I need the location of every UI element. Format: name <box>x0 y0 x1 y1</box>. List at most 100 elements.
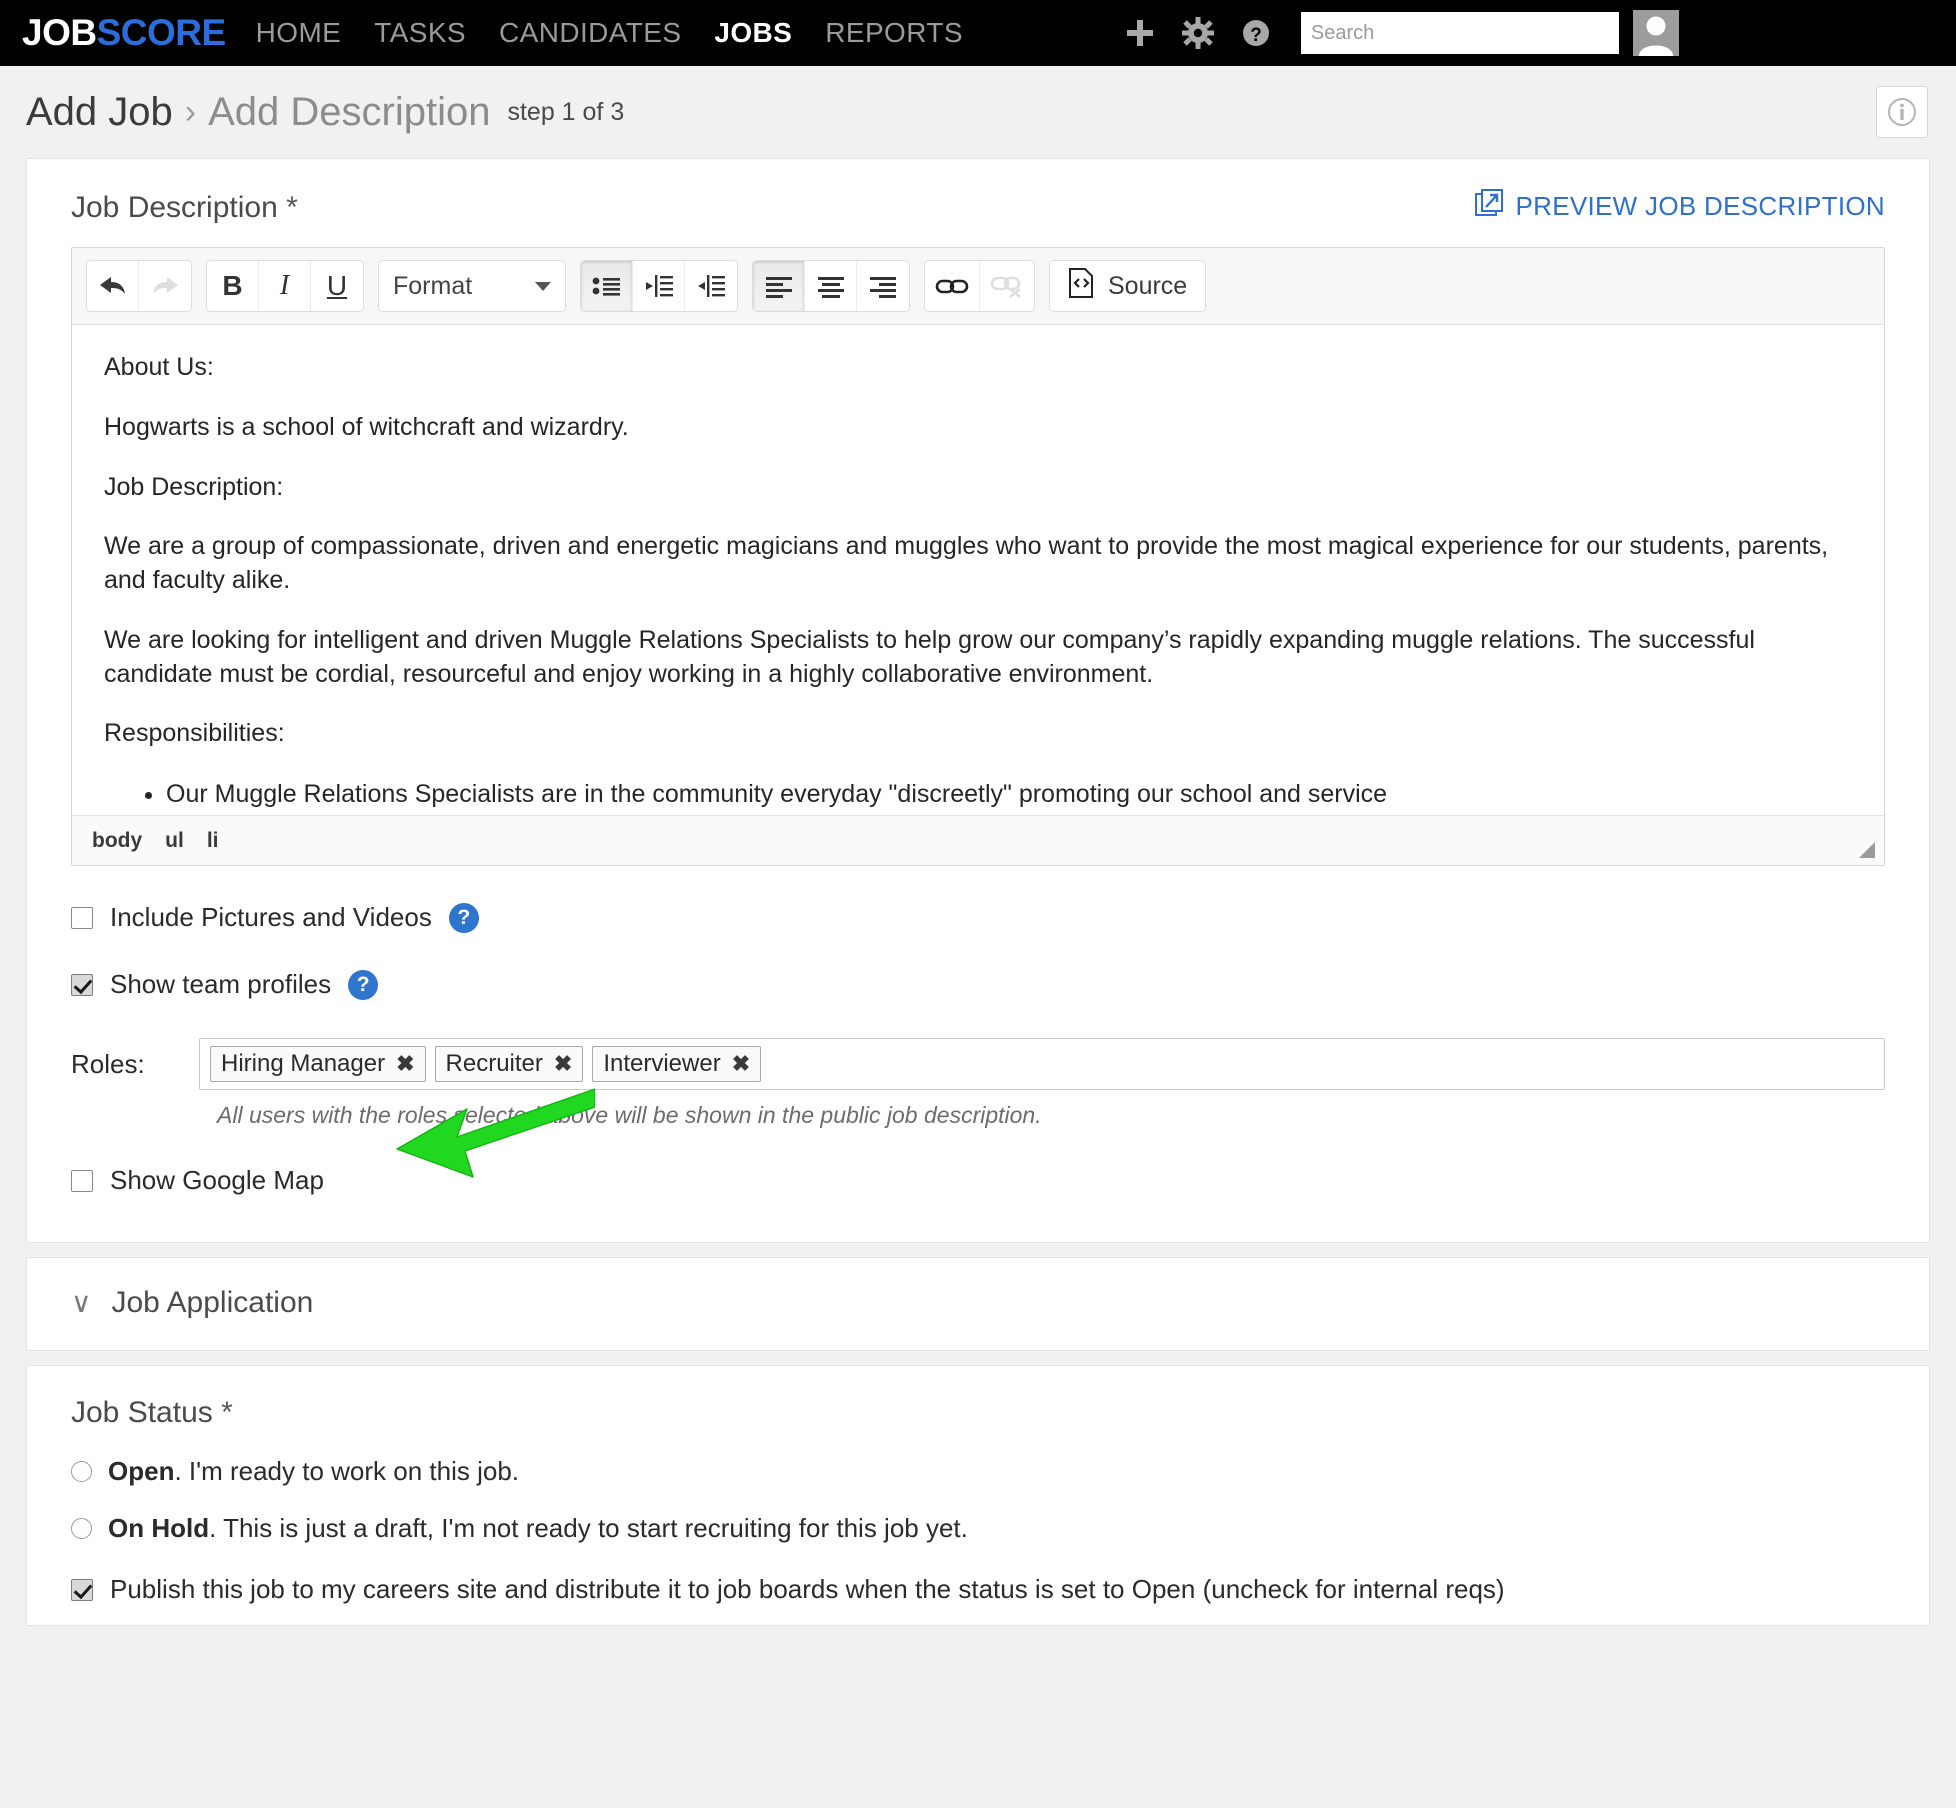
content-heading-about: About Us: <box>104 353 214 381</box>
bulleted-list-icon[interactable] <box>581 261 633 311</box>
show-team-profiles-checkbox[interactable] <box>71 973 93 996</box>
publish-job-checkbox[interactable] <box>71 1578 93 1601</box>
nav-item-candidates[interactable]: CANDIDATES <box>499 17 681 49</box>
toolbar-group-history <box>86 260 192 312</box>
breadcrumb-separator-icon: › <box>184 92 197 131</box>
role-tag-label: Interviewer <box>603 1050 721 1077</box>
nav-item-home[interactable]: HOME <box>256 17 342 49</box>
info-button[interactable] <box>1876 86 1928 138</box>
plus-icon[interactable] <box>1123 16 1157 50</box>
undo-icon[interactable] <box>87 261 139 311</box>
format-dropdown-label: Format <box>393 271 473 300</box>
element-path-body[interactable]: body <box>92 829 142 853</box>
publish-job-row: Publish this job to my careers site and … <box>71 1574 1885 1605</box>
logo-text-score: SCORE <box>96 12 227 53</box>
toolbar-group-source: Source <box>1049 260 1207 312</box>
editor-element-path-bar: body ul li <box>72 815 1884 865</box>
job-status-option-open[interactable]: Open. I'm ready to work on this job. <box>71 1456 1885 1487</box>
job-application-title: Job Application <box>111 1286 314 1319</box>
breadcrumb-add-job[interactable]: Add Job <box>26 90 173 135</box>
jobscore-logo[interactable]: JOBSCORE <box>22 12 226 54</box>
nav-item-jobs[interactable]: JOBS <box>714 17 792 49</box>
roles-tag-input[interactable]: Hiring Manager ✖ Recruiter ✖ Interviewer… <box>199 1038 1885 1090</box>
roles-hint-text: All users with the roles selected above … <box>217 1102 1042 1128</box>
nav-item-reports[interactable]: REPORTS <box>825 17 963 49</box>
close-icon[interactable]: ✖ <box>732 1051 750 1077</box>
source-button-label: Source <box>1108 271 1188 300</box>
role-tag-recruiter[interactable]: Recruiter ✖ <box>434 1046 584 1082</box>
radio-open-bold: Open <box>108 1456 175 1486</box>
breadcrumb: Add Job › Add Description step 1 of 3 <box>0 66 1956 158</box>
toolbar-group-list <box>580 260 738 312</box>
role-tag-label: Recruiter <box>445 1050 543 1077</box>
italic-button[interactable]: I <box>259 261 311 311</box>
roles-row: Roles: Hiring Manager ✖ Recruiter ✖ Inte… <box>71 1038 1885 1090</box>
main-nav-links: HOME TASKS CANDIDATES JOBS REPORTS <box>256 17 963 49</box>
chevron-down-icon <box>535 281 551 291</box>
indent-icon[interactable] <box>685 261 737 311</box>
responsibilities-list: Our Muggle Relations Specialists are in … <box>104 777 1852 815</box>
radio-on-hold-text: On Hold. This is just a draft, I'm not r… <box>108 1513 968 1544</box>
radio-open-text: Open. I'm ready to work on this job. <box>108 1456 519 1487</box>
rich-text-editor: B I U Format Source About Us: Hogwarts i… <box>71 247 1885 866</box>
link-icon[interactable] <box>925 261 980 311</box>
include-pictures-checkbox[interactable] <box>71 906 93 929</box>
show-team-profiles-label: Show team profiles <box>110 969 332 999</box>
step-indicator: step 1 of 3 <box>507 97 625 126</box>
job-status-label: Job Status <box>71 1396 213 1429</box>
radio-on-hold[interactable] <box>71 1518 92 1539</box>
job-status-card: Job Status * Open. I'm ready to work on … <box>26 1365 1930 1626</box>
job-status-option-onhold[interactable]: On Hold. This is just a draft, I'm not r… <box>71 1513 1885 1544</box>
role-tag-interviewer[interactable]: Interviewer ✖ <box>592 1046 762 1082</box>
editor-resize-handle[interactable] <box>1859 842 1875 858</box>
show-google-map-checkbox[interactable] <box>71 1169 93 1192</box>
show-google-map-row: Show Google Map <box>71 1165 1885 1196</box>
include-pictures-label: Include Pictures and Videos <box>110 902 432 932</box>
underline-button[interactable]: U <box>311 261 363 311</box>
editor-toolbar: B I U Format Source <box>72 248 1884 325</box>
roles-label: Roles: <box>71 1048 145 1079</box>
gear-icon[interactable] <box>1181 16 1215 50</box>
radio-open[interactable] <box>71 1461 92 1482</box>
align-right-icon[interactable] <box>857 261 909 311</box>
job-description-card: Job Description * PREVIEW JOB DESCRIPTIO… <box>26 158 1930 1243</box>
required-asterisk: * <box>221 1396 233 1429</box>
content-heading-description: Job Description: <box>104 472 284 501</box>
preview-job-description-link[interactable]: PREVIEW JOB DESCRIPTION <box>1475 189 1885 224</box>
section-title-job-description: Job Description * <box>71 191 298 225</box>
align-left-icon[interactable] <box>753 261 805 311</box>
help-icon[interactable]: ? <box>1239 16 1273 50</box>
content-paragraph-1: We are a group of compassionate, driven … <box>104 532 1829 594</box>
content-heading-responsibilities: Responsibilities: <box>104 719 285 748</box>
role-tag-hiring-manager[interactable]: Hiring Manager ✖ <box>210 1046 426 1082</box>
toolbar-group-link <box>924 260 1035 312</box>
close-icon[interactable]: ✖ <box>554 1051 572 1077</box>
role-tag-label: Hiring Manager <box>221 1050 386 1077</box>
unlink-icon[interactable] <box>980 261 1034 311</box>
show-team-profiles-row: Show team profiles ? <box>71 969 1885 1000</box>
avatar[interactable] <box>1632 10 1679 56</box>
show-team-profiles-help-icon[interactable]: ? <box>348 969 379 1000</box>
nav-item-tasks[interactable]: TASKS <box>374 17 466 49</box>
search-input[interactable] <box>1300 12 1619 54</box>
external-link-icon <box>1475 189 1504 224</box>
logo-text-job: JOB <box>22 12 97 53</box>
element-path-li[interactable]: li <box>207 829 219 853</box>
include-pictures-help-icon[interactable]: ? <box>448 902 479 933</box>
chevron-down-icon: ∨ <box>71 1287 92 1318</box>
redo-icon[interactable] <box>139 261 191 311</box>
align-center-icon[interactable] <box>805 261 857 311</box>
close-icon[interactable]: ✖ <box>396 1051 414 1077</box>
publish-job-label: Publish this job to my careers site and … <box>110 1574 1505 1604</box>
format-dropdown[interactable]: Format <box>379 261 565 311</box>
nav-action-icons: ? <box>1123 16 1273 50</box>
top-navigation-bar: JOBSCORE HOME TASKS CANDIDATES JOBS REPO… <box>0 0 1956 66</box>
editor-content-area[interactable]: About Us: Hogwarts is a school of witchc… <box>72 325 1884 815</box>
toolbar-group-format: Format <box>378 260 566 312</box>
job-application-section[interactable]: ∨ Job Application <box>26 1257 1930 1351</box>
outdent-icon[interactable] <box>633 261 685 311</box>
bold-button[interactable]: B <box>207 261 259 311</box>
breadcrumb-add-description: Add Description <box>208 89 491 134</box>
element-path-ul[interactable]: ul <box>165 829 184 853</box>
source-button[interactable]: Source <box>1050 261 1206 311</box>
